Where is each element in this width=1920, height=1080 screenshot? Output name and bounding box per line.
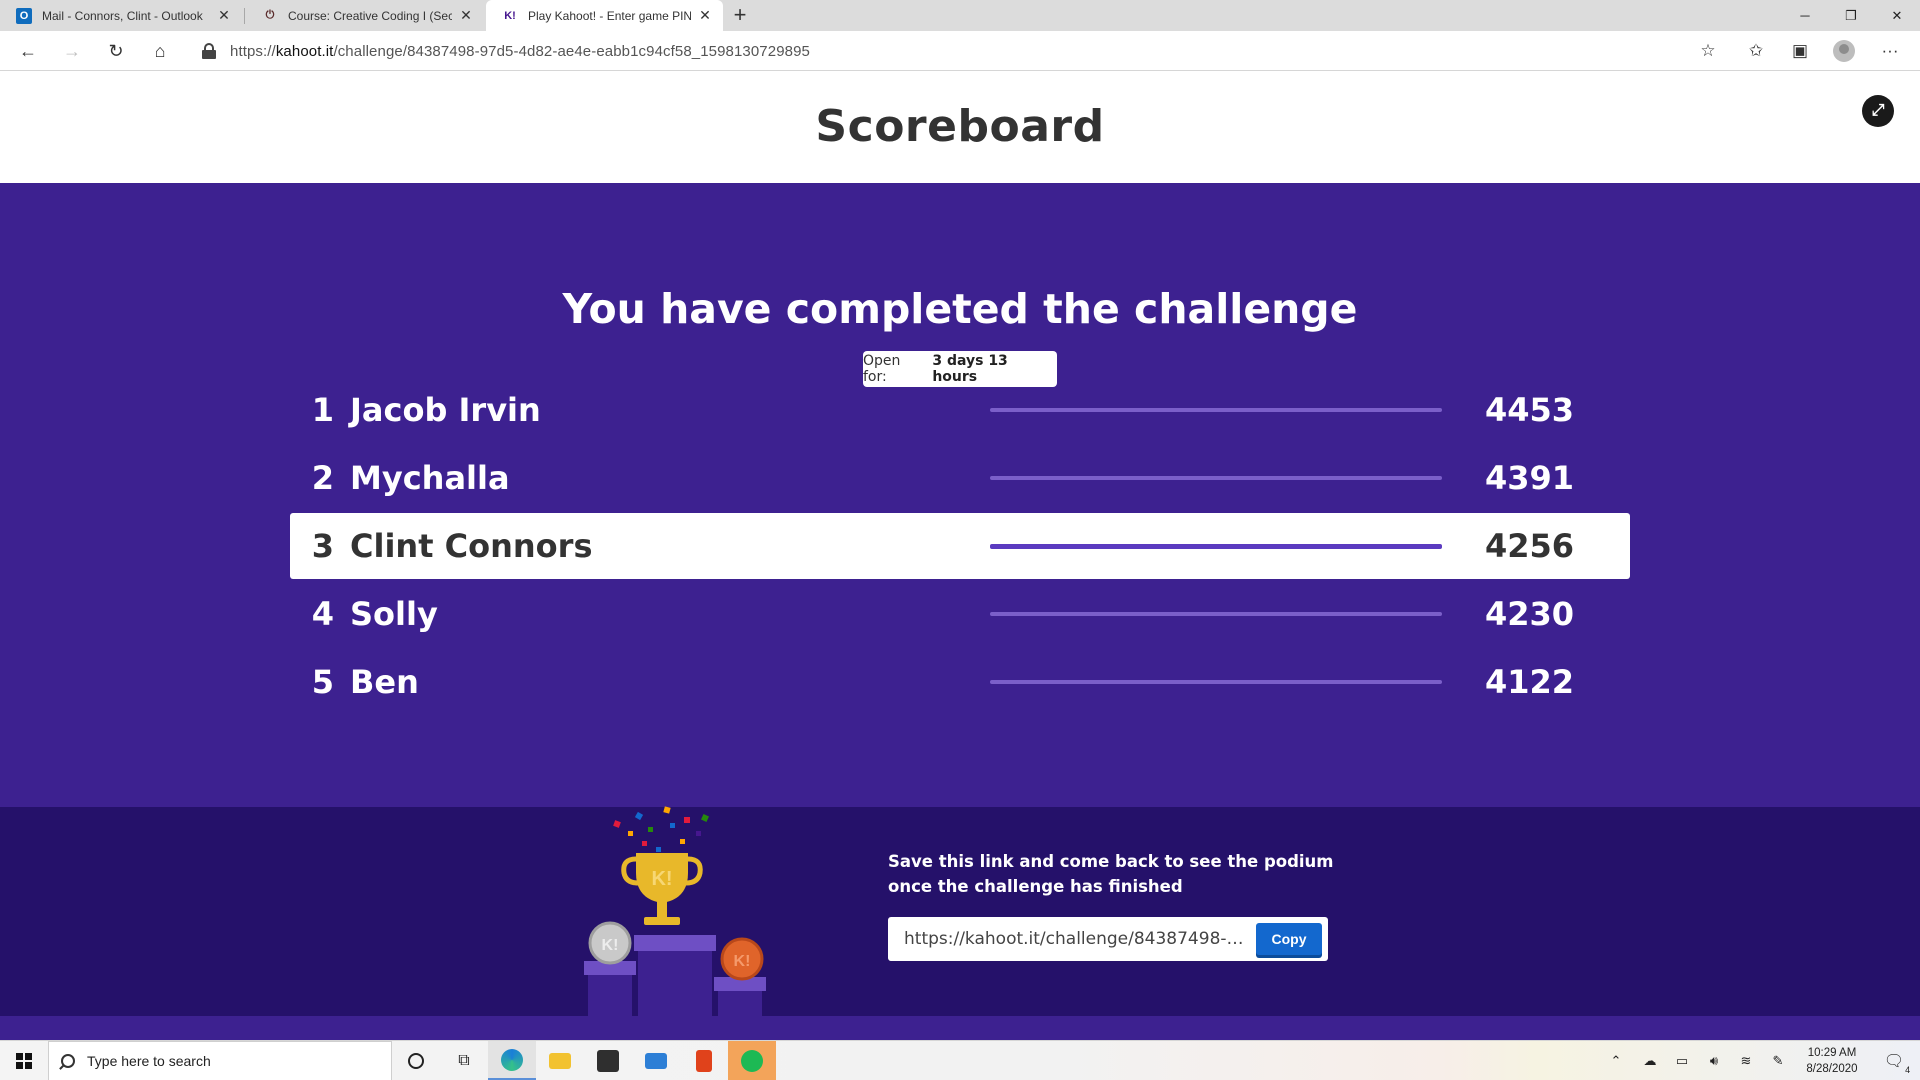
search-icon xyxy=(61,1054,75,1068)
tab-title: Play Kahoot! - Enter game PIN he xyxy=(528,8,691,23)
new-tab-button[interactable]: + xyxy=(728,2,752,27)
ranking-row: 4 Solly 4230 xyxy=(290,581,1630,647)
ranking-row-current-user: 3 Clint Connors 4256 xyxy=(290,513,1630,579)
spotify-icon[interactable] xyxy=(728,1041,776,1080)
ranking-row: 2 Mychalla 4391 xyxy=(290,445,1630,511)
player-name: Mychalla xyxy=(350,459,510,497)
windows-logo-icon xyxy=(16,1053,32,1069)
window-close-button[interactable]: ✕ xyxy=(1874,0,1920,31)
notifications-icon[interactable]: 🗨︎ 4 xyxy=(1874,1041,1914,1080)
forward-button[interactable]: → xyxy=(58,37,86,65)
taskbar-search-box[interactable]: Type here to search xyxy=(48,1041,392,1080)
power-icon: ⏻ xyxy=(265,9,275,21)
tab-outlook[interactable]: O Mail - Connors, Clint - Outlook ✕ xyxy=(0,0,242,31)
url-text[interactable]: https://kahoot.it/challenge/84387498-97d… xyxy=(230,43,810,60)
browser-toolbar: ← → ↻ ⌂ https://kahoot.it/challenge/8438… xyxy=(0,31,1920,71)
taskbar-clock[interactable]: 10:29 AM 8/28/2020 xyxy=(1800,1045,1864,1077)
task-view-icon[interactable]: ⧉ xyxy=(440,1041,488,1080)
challenge-link-text[interactable]: https://kahoot.it/challenge/84387498-97.… xyxy=(904,929,1246,949)
tab-kahoot[interactable]: K! Play Kahoot! - Enter game PIN he ✕ xyxy=(486,0,723,31)
scoreboard-panel: You have completed the challenge Open fo… xyxy=(0,183,1920,807)
outlook-icon: O xyxy=(16,7,32,24)
mail-icon[interactable] xyxy=(632,1041,680,1080)
pen-icon[interactable]: ✎ xyxy=(1766,1041,1790,1080)
ranking-row: 5 Ben 4122 xyxy=(290,649,1630,715)
kahoot-icon: K! xyxy=(504,9,516,22)
svg-text:K!: K! xyxy=(602,937,619,954)
rank-number: 4 xyxy=(311,595,334,633)
page-header: Scoreboard ⤢ xyxy=(0,71,1920,183)
player-name: Ben xyxy=(350,663,419,701)
score-bar xyxy=(990,408,1442,412)
onedrive-icon[interactable]: ☁ xyxy=(1638,1041,1662,1080)
kahoot-page: Scoreboard ⤢ You have completed the chal… xyxy=(0,71,1920,1040)
battery-icon[interactable]: ▭ xyxy=(1670,1041,1694,1080)
podium-panel: K! K! K! Save this link and come back to… xyxy=(0,806,1920,1040)
player-name: Jacob Irvin xyxy=(350,391,541,429)
lock-icon xyxy=(202,43,216,59)
save-link-message: Save this link and come back to see the … xyxy=(888,852,1334,896)
close-icon[interactable]: ✕ xyxy=(216,7,232,24)
close-icon[interactable]: ✕ xyxy=(458,7,474,24)
edge-taskbar-icon[interactable] xyxy=(488,1041,536,1080)
score-bar xyxy=(990,680,1442,684)
back-button[interactable]: ← xyxy=(14,37,42,65)
player-score: 4230 xyxy=(1484,595,1574,633)
search-placeholder: Type here to search xyxy=(87,1053,211,1069)
score-bar xyxy=(990,544,1442,549)
score-bar xyxy=(990,476,1442,480)
page-footer-band xyxy=(0,1016,1920,1040)
player-score: 4122 xyxy=(1484,663,1574,701)
tab-course[interactable]: ⏻ Course: Creative Coding I (Sect: 1 ✕ xyxy=(246,0,484,31)
ranking-row: 1 Jacob Irvin 4453 xyxy=(290,377,1630,443)
wifi-icon[interactable]: ≋ xyxy=(1734,1041,1758,1080)
address-bar[interactable]: https://kahoot.it/challenge/84387498-97d… xyxy=(188,36,1728,66)
rank-number: 5 xyxy=(311,663,334,701)
office-icon[interactable] xyxy=(680,1041,728,1080)
browser-tab-strip: O Mail - Connors, Clint - Outlook ✕ ⏻ Co… xyxy=(0,0,1920,31)
collections-icon[interactable]: ▣ xyxy=(1786,37,1814,65)
trophy-podium-illustration: K! K! K! xyxy=(584,806,766,1017)
home-icon[interactable]: ⌂ xyxy=(146,37,174,65)
windows-taskbar: Type here to search ⧉ ⌃ ☁ ▭ 🔊︎ ≋ ✎ 10:29… xyxy=(0,1040,1920,1080)
volume-icon[interactable]: 🔊︎ xyxy=(1702,1041,1726,1080)
store-icon[interactable] xyxy=(584,1041,632,1080)
player-name: Clint Connors xyxy=(350,527,593,565)
close-icon[interactable]: ✕ xyxy=(697,7,713,24)
rank-number: 3 xyxy=(311,527,334,565)
copy-button[interactable]: Copy xyxy=(1256,923,1322,955)
minimize-button[interactable]: ─ xyxy=(1782,0,1828,31)
challenge-link-field[interactable]: https://kahoot.it/challenge/84387498-97.… xyxy=(888,917,1328,961)
completion-headline: You have completed the challenge xyxy=(562,285,1358,333)
page-title: Scoreboard xyxy=(815,101,1105,152)
rank-number: 2 xyxy=(311,459,334,497)
rank-number: 1 xyxy=(311,391,334,429)
show-hidden-icons-icon[interactable]: ⌃ xyxy=(1604,1041,1628,1080)
cortana-icon[interactable] xyxy=(392,1041,440,1080)
restore-button[interactable]: ❐ xyxy=(1828,0,1874,31)
file-explorer-icon[interactable] xyxy=(536,1041,584,1080)
player-score: 4391 xyxy=(1484,459,1574,497)
tab-separator xyxy=(244,8,245,24)
notification-count: 4 xyxy=(1905,1065,1911,1075)
profile-avatar[interactable] xyxy=(1830,37,1858,65)
player-score: 4453 xyxy=(1484,391,1574,429)
tab-title: Course: Creative Coding I (Sect: 1 xyxy=(288,8,452,23)
fullscreen-icon[interactable]: ⤢ xyxy=(1862,95,1894,127)
favorites-icon[interactable]: ✩ xyxy=(1742,37,1770,65)
favorite-star-icon[interactable]: ☆ xyxy=(1694,37,1722,65)
refresh-icon[interactable]: ↻ xyxy=(102,37,130,65)
player-name: Solly xyxy=(350,595,438,633)
more-menu-icon[interactable]: ··· xyxy=(1876,37,1904,65)
player-score: 4256 xyxy=(1484,527,1574,565)
svg-text:K!: K! xyxy=(651,868,672,890)
start-button[interactable] xyxy=(0,1041,48,1080)
svg-text:K!: K! xyxy=(734,953,751,970)
tab-title: Mail - Connors, Clint - Outlook xyxy=(42,8,203,23)
score-bar xyxy=(990,612,1442,616)
